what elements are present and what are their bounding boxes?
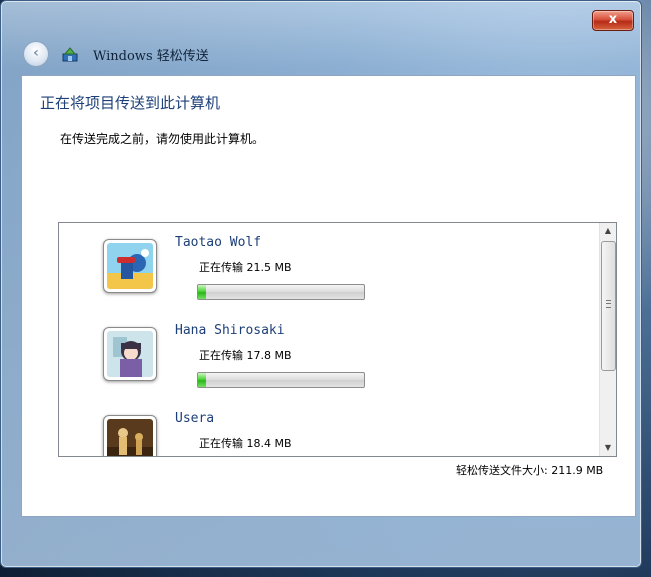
avatar <box>103 239 157 293</box>
title-bar: ‹ Windows 轻松传送 <box>23 41 621 71</box>
list-item: Taotao Wolf 正在传输 21.5 MB <box>59 223 599 311</box>
list-item: Hana Shirosaki 正在传输 17.8 MB <box>59 311 599 399</box>
chess-picture-icon <box>107 419 153 456</box>
total-size-label: 轻松传送文件大小: 211.9 MB <box>456 464 604 477</box>
user-name: Hana Shirosaki <box>175 323 285 338</box>
user-picture-icon <box>107 331 153 377</box>
back-arrow-icon: ‹ <box>33 45 39 61</box>
avatar <box>103 415 157 456</box>
window-title: Windows 轻松传送 <box>93 49 209 64</box>
close-button[interactable]: x <box>592 10 634 31</box>
user-name: Usera <box>175 411 215 426</box>
user-name: Taotao Wolf <box>175 235 262 250</box>
easy-transfer-icon <box>62 47 78 62</box>
transfer-status: 正在传输 21.5 MB <box>199 261 292 274</box>
transfer-status: 正在传输 17.8 MB <box>199 349 292 362</box>
progress-bar <box>197 284 365 300</box>
user-transfer-list[interactable]: Taotao Wolf 正在传输 21.5 MB Hana Shirosaki … <box>58 222 617 457</box>
progress-fill <box>198 285 207 299</box>
grip-icon <box>606 300 611 308</box>
close-icon: x <box>608 12 618 27</box>
list-item: Usera 正在传输 18.4 MB <box>59 399 599 456</box>
page-heading: 正在将项目传送到此计算机 <box>40 94 221 112</box>
scroll-thumb[interactable] <box>601 241 616 371</box>
progress-bar <box>197 372 365 388</box>
avatar <box>103 327 157 381</box>
scroll-down-icon[interactable]: ▼ <box>600 440 616 456</box>
scroll-up-icon[interactable]: ▲ <box>600 223 616 239</box>
progress-fill <box>198 373 207 387</box>
transfer-status: 正在传输 18.4 MB <box>199 437 292 450</box>
instruction-text: 在传送完成之前，请勿使用此计算机。 <box>60 132 265 146</box>
user-picture-icon <box>107 243 153 289</box>
back-button[interactable]: ‹ <box>23 41 49 67</box>
vertical-scrollbar[interactable]: ▲ ▼ <box>599 223 616 456</box>
